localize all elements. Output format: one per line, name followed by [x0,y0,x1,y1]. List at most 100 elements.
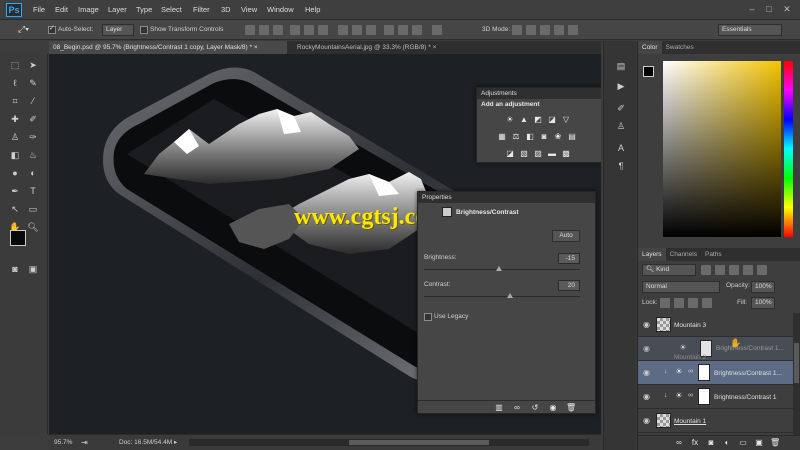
workspace-dropdown[interactable]: Essentials [718,24,782,36]
dodge-tool-icon[interactable]: ◐ [26,166,40,180]
layer-row[interactable]: ◉ Mountain 3 [638,313,793,337]
close-icon[interactable]: × [254,44,258,51]
color-lookup-icon[interactable]: ▤ [567,132,577,142]
align-vcenter-icon[interactable] [259,25,269,35]
lock-all-icon[interactable] [702,298,712,308]
gradient-map-icon[interactable]: ▬ [547,149,557,159]
invert-icon[interactable]: ◪ [505,149,515,159]
foreground-color-swatch[interactable] [10,230,26,246]
layer-name[interactable]: Brightness/Contrast 1... [714,370,782,377]
trash-icon[interactable]: 🗑︎ [770,438,780,448]
path-select-tool-icon[interactable]: ↖ [8,202,22,216]
tab-paths[interactable]: Paths [701,248,726,261]
link-icon[interactable]: ∞ [688,392,693,399]
levels-icon[interactable]: ▲ [519,115,529,125]
quick-mask-icon[interactable]: ◙ [8,262,22,276]
clip-to-layer-icon[interactable]: ▥ [494,403,504,413]
history-brush-tool-icon[interactable]: ✑ [26,130,40,144]
3d-scale-icon[interactable] [568,25,578,35]
paint-bucket-tool-icon[interactable]: ♨ [26,148,40,162]
3d-drag-icon[interactable] [540,25,550,35]
distribute-hcenter-icon[interactable] [398,25,408,35]
maximize-icon[interactable]: □ [762,2,776,16]
channel-mixer-icon[interactable]: ❀ [553,132,563,142]
align-right-icon[interactable] [318,25,328,35]
3d-roll-icon[interactable] [526,25,536,35]
layer-row[interactable]: ◉ ↓ ☀ ∞ Brightness/Contrast 1 [638,385,793,409]
hue-slider[interactable] [784,61,793,237]
lock-transparent-icon[interactable] [660,298,670,308]
align-top-icon[interactable] [245,25,255,35]
stamp-tool-icon[interactable]: ♙ [8,130,22,144]
brightness-slider[interactable] [424,269,580,270]
menu-layer[interactable]: Layer [105,0,130,20]
auto-align-icon[interactable] [432,25,442,35]
visibility-icon[interactable]: ◉ [548,403,558,413]
layer-name[interactable]: Mountain 1 [674,418,706,425]
history-icon[interactable]: ▤ [614,59,628,73]
filter-smart-object-icon[interactable] [757,265,767,275]
distribute-right-icon[interactable] [412,25,422,35]
photo-filter-icon[interactable]: ◙ [539,132,549,142]
lock-position-icon[interactable] [688,298,698,308]
paragraph-icon[interactable]: ¶ [614,159,628,173]
menu-window[interactable]: Window [264,0,297,20]
menu-file[interactable]: File [30,0,48,20]
auto-button[interactable]: Auto [552,230,580,242]
pen-tool-icon[interactable]: ✒ [8,184,22,198]
tab-channels[interactable]: Channels [666,248,701,261]
visibility-eye-icon[interactable]: ◉ [642,416,651,425]
add-mask-icon[interactable]: ◙ [706,438,716,448]
menu-select[interactable]: Select [158,0,185,20]
clone-source-icon[interactable]: ♙ [614,119,628,133]
show-transform-checkbox[interactable] [140,26,148,34]
align-bottom-icon[interactable] [273,25,283,35]
new-layer-icon[interactable]: ▣ [754,438,764,448]
brightness-slider-thumb[interactable] [495,266,502,271]
filter-adjustment-icon[interactable] [715,265,725,275]
color-field[interactable] [663,61,781,237]
eyedropper-tool-icon[interactable]: ⁄ [26,94,40,108]
brush-presets-icon[interactable]: ✐ [614,101,628,115]
distribute-top-icon[interactable] [338,25,348,35]
layer-row-selected[interactable]: ◉ ↓ ☀ ∞ Brightness/Contrast 1... [638,361,793,385]
horizontal-scrollbar[interactable] [189,439,589,446]
vibrance-icon[interactable]: ▽ [561,115,571,125]
3d-rotate-icon[interactable] [512,25,522,35]
quick-select-tool-icon[interactable]: ✎ [26,76,40,90]
zoom-level[interactable]: 95.7% [54,435,72,450]
tab-08-begin[interactable]: 08_Begin.psd @ 95.7% (Brightness/Contras… [49,41,287,54]
shape-tool-icon[interactable]: ▭ [26,202,40,216]
layer-name[interactable]: Brightness/Contrast 1 [714,394,777,401]
properties-header[interactable]: Properties [418,192,595,203]
adjustments-header[interactable]: Adjustments [477,88,601,99]
scrollbar-thumb[interactable] [349,440,489,445]
lasso-tool-icon[interactable]: ℓ [8,76,22,90]
visibility-eye-icon[interactable]: ◉ [642,320,651,329]
opacity-input[interactable]: 100% [751,281,775,293]
align-hcenter-icon[interactable] [304,25,314,35]
fill-input[interactable]: 100% [751,297,775,309]
visibility-eye-icon[interactable]: ◉ [642,392,651,401]
auto-select-dropdown[interactable]: Layer [102,24,134,36]
layer-name[interactable]: Mountain 3 [674,322,706,329]
layers-scrollbar[interactable] [793,313,800,435]
tab-color[interactable]: Color [638,41,662,54]
tab-layers[interactable]: Layers [638,248,666,261]
brightness-contrast-icon[interactable]: ☀ [505,115,515,125]
menu-help[interactable]: Help [302,0,323,20]
filter-shape-icon[interactable] [743,265,753,275]
use-legacy-checkbox[interactable] [424,313,432,321]
screen-mode-icon[interactable]: ▣ [26,262,40,276]
layer-name[interactable]: Brightness/Contrast 1... [716,345,784,352]
visibility-eye-icon[interactable]: ◉ [642,368,651,377]
distribute-left-icon[interactable] [384,25,394,35]
menu-edit[interactable]: Edit [52,0,71,20]
view-previous-icon[interactable]: ∞ [512,403,522,413]
3d-slide-icon[interactable] [554,25,564,35]
reset-icon[interactable]: ↺ [530,403,540,413]
menu-image[interactable]: Image [75,0,102,20]
align-left-icon[interactable] [290,25,300,35]
curves-icon[interactable]: ◩ [533,115,543,125]
contrast-slider[interactable] [424,296,580,297]
